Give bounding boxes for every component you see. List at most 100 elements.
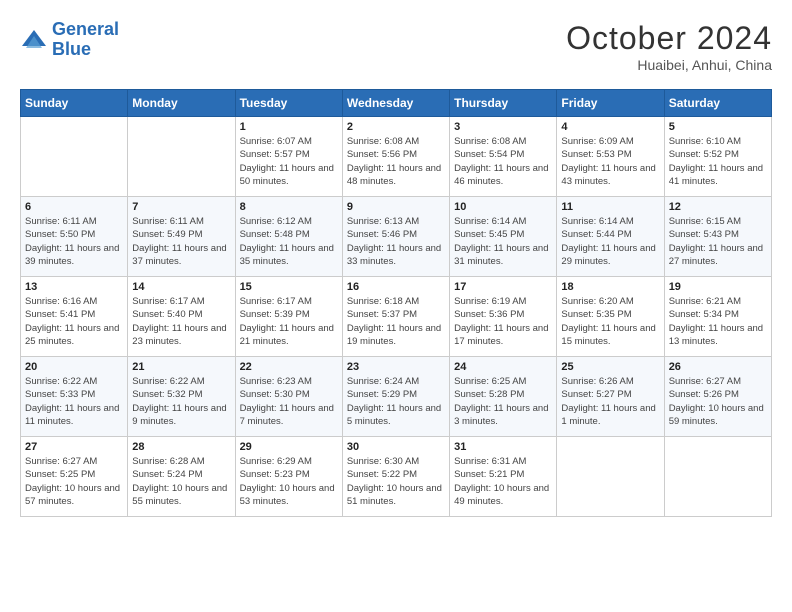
day-info: Sunrise: 6:15 AM Sunset: 5:43 PM Dayligh… [669, 215, 767, 268]
day-number: 3 [454, 121, 552, 133]
weekday-header: Wednesday [342, 90, 449, 117]
logo-line2: Blue [52, 39, 91, 59]
day-info: Sunrise: 6:08 AM Sunset: 5:54 PM Dayligh… [454, 135, 552, 188]
calendar-cell: 14 Sunrise: 6:17 AM Sunset: 5:40 PM Dayli… [128, 277, 235, 357]
day-number: 28 [132, 441, 230, 453]
day-number: 18 [561, 281, 659, 293]
day-number: 11 [561, 201, 659, 213]
day-number: 1 [240, 121, 338, 133]
calendar-cell [21, 117, 128, 197]
calendar-cell: 1 Sunrise: 6:07 AM Sunset: 5:57 PM Daylig… [235, 117, 342, 197]
calendar-cell: 29Sunrise: 6:29 AM Sunset: 5:23 PM Dayli… [235, 437, 342, 517]
day-info: Sunrise: 6:08 AM Sunset: 5:56 PM Dayligh… [347, 135, 445, 188]
day-number: 4 [561, 121, 659, 133]
logo-line1: General [52, 19, 119, 39]
calendar-cell: 26Sunrise: 6:27 AM Sunset: 5:26 PM Dayli… [664, 357, 771, 437]
day-info: Sunrise: 6:19 AM Sunset: 5:36 PM Dayligh… [454, 295, 552, 348]
day-number: 30 [347, 441, 445, 453]
day-info: Sunrise: 6:28 AM Sunset: 5:24 PM Dayligh… [132, 455, 230, 508]
calendar-cell: 10 Sunrise: 6:14 AM Sunset: 5:45 PM Dayli… [450, 197, 557, 277]
day-number: 17 [454, 281, 552, 293]
calendar-cell [557, 437, 664, 517]
calendar-cell: 8 Sunrise: 6:12 AM Sunset: 5:48 PM Daylig… [235, 197, 342, 277]
day-info: Sunrise: 6:27 AM Sunset: 5:25 PM Dayligh… [25, 455, 123, 508]
calendar-cell: 19 Sunrise: 6:21 AM Sunset: 5:34 PM Dayli… [664, 277, 771, 357]
location: Huaibei, Anhui, China [566, 57, 772, 73]
day-info: Sunrise: 6:18 AM Sunset: 5:37 PM Dayligh… [347, 295, 445, 348]
day-number: 8 [240, 201, 338, 213]
day-number: 21 [132, 361, 230, 373]
logo: General Blue [20, 20, 119, 60]
day-number: 19 [669, 281, 767, 293]
day-number: 23 [347, 361, 445, 373]
calendar-cell [664, 437, 771, 517]
calendar-cell: 12 Sunrise: 6:15 AM Sunset: 5:43 PM Dayli… [664, 197, 771, 277]
day-number: 26 [669, 361, 767, 373]
day-number: 25 [561, 361, 659, 373]
weekday-header: Tuesday [235, 90, 342, 117]
calendar-cell: 11 Sunrise: 6:14 AM Sunset: 5:44 PM Dayli… [557, 197, 664, 277]
day-info: Sunrise: 6:17 AM Sunset: 5:40 PM Dayligh… [132, 295, 230, 348]
day-number: 31 [454, 441, 552, 453]
day-info: Sunrise: 6:30 AM Sunset: 5:22 PM Dayligh… [347, 455, 445, 508]
day-info: Sunrise: 6:14 AM Sunset: 5:45 PM Dayligh… [454, 215, 552, 268]
day-number: 6 [25, 201, 123, 213]
calendar-cell: 3 Sunrise: 6:08 AM Sunset: 5:54 PM Daylig… [450, 117, 557, 197]
day-info: Sunrise: 6:07 AM Sunset: 5:57 PM Dayligh… [240, 135, 338, 188]
calendar-cell: 17 Sunrise: 6:19 AM Sunset: 5:36 PM Dayli… [450, 277, 557, 357]
calendar-cell: 18 Sunrise: 6:20 AM Sunset: 5:35 PM Dayli… [557, 277, 664, 357]
day-number: 12 [669, 201, 767, 213]
calendar-cell: 15Sunrise: 6:17 AM Sunset: 5:39 PM Dayli… [235, 277, 342, 357]
day-info: Sunrise: 6:23 AM Sunset: 5:30 PM Dayligh… [240, 375, 338, 428]
day-info: Sunrise: 6:09 AM Sunset: 5:53 PM Dayligh… [561, 135, 659, 188]
page-header: General Blue October 2024 Huaibei, Anhui… [20, 20, 772, 73]
calendar-cell: 13Sunrise: 6:16 AM Sunset: 5:41 PM Dayli… [21, 277, 128, 357]
day-info: Sunrise: 6:24 AM Sunset: 5:29 PM Dayligh… [347, 375, 445, 428]
month-title: October 2024 [566, 20, 772, 57]
day-info: Sunrise: 6:10 AM Sunset: 5:52 PM Dayligh… [669, 135, 767, 188]
day-info: Sunrise: 6:12 AM Sunset: 5:48 PM Dayligh… [240, 215, 338, 268]
calendar-cell: 27Sunrise: 6:27 AM Sunset: 5:25 PM Dayli… [21, 437, 128, 517]
day-info: Sunrise: 6:14 AM Sunset: 5:44 PM Dayligh… [561, 215, 659, 268]
calendar-cell: 31 Sunrise: 6:31 AM Sunset: 5:21 PM Dayli… [450, 437, 557, 517]
day-number: 14 [132, 281, 230, 293]
calendar-cell: 23 Sunrise: 6:24 AM Sunset: 5:29 PM Dayli… [342, 357, 449, 437]
calendar-week-row: 13Sunrise: 6:16 AM Sunset: 5:41 PM Dayli… [21, 277, 772, 357]
day-info: Sunrise: 6:31 AM Sunset: 5:21 PM Dayligh… [454, 455, 552, 508]
calendar-cell: 16 Sunrise: 6:18 AM Sunset: 5:37 PM Dayli… [342, 277, 449, 357]
calendar-week-row: 20 Sunrise: 6:22 AM Sunset: 5:33 PM Dayli… [21, 357, 772, 437]
day-number: 24 [454, 361, 552, 373]
day-info: Sunrise: 6:11 AM Sunset: 5:49 PM Dayligh… [132, 215, 230, 268]
day-info: Sunrise: 6:21 AM Sunset: 5:34 PM Dayligh… [669, 295, 767, 348]
day-number: 22 [240, 361, 338, 373]
weekday-header-row: SundayMondayTuesdayWednesdayThursdayFrid… [21, 90, 772, 117]
calendar-cell: 9Sunrise: 6:13 AM Sunset: 5:46 PM Daylig… [342, 197, 449, 277]
calendar-week-row: 1 Sunrise: 6:07 AM Sunset: 5:57 PM Daylig… [21, 117, 772, 197]
day-number: 9 [347, 201, 445, 213]
title-block: October 2024 Huaibei, Anhui, China [566, 20, 772, 73]
calendar-week-row: 27Sunrise: 6:27 AM Sunset: 5:25 PM Dayli… [21, 437, 772, 517]
logo-text: General Blue [52, 20, 119, 60]
day-info: Sunrise: 6:20 AM Sunset: 5:35 PM Dayligh… [561, 295, 659, 348]
logo-icon [20, 26, 48, 54]
day-info: Sunrise: 6:17 AM Sunset: 5:39 PM Dayligh… [240, 295, 338, 348]
calendar-week-row: 6Sunrise: 6:11 AM Sunset: 5:50 PM Daylig… [21, 197, 772, 277]
calendar-cell: 21Sunrise: 6:22 AM Sunset: 5:32 PM Dayli… [128, 357, 235, 437]
calendar-table: SundayMondayTuesdayWednesdayThursdayFrid… [20, 89, 772, 517]
day-number: 7 [132, 201, 230, 213]
day-info: Sunrise: 6:22 AM Sunset: 5:33 PM Dayligh… [25, 375, 123, 428]
day-number: 20 [25, 361, 123, 373]
day-number: 10 [454, 201, 552, 213]
calendar-cell: 20 Sunrise: 6:22 AM Sunset: 5:33 PM Dayli… [21, 357, 128, 437]
day-number: 29 [240, 441, 338, 453]
weekday-header: Monday [128, 90, 235, 117]
calendar-cell: 30 Sunrise: 6:30 AM Sunset: 5:22 PM Dayli… [342, 437, 449, 517]
calendar-cell: 22 Sunrise: 6:23 AM Sunset: 5:30 PM Dayli… [235, 357, 342, 437]
calendar-cell: 4 Sunrise: 6:09 AM Sunset: 5:53 PM Daylig… [557, 117, 664, 197]
day-number: 16 [347, 281, 445, 293]
day-number: 13 [25, 281, 123, 293]
calendar-cell: 2 Sunrise: 6:08 AM Sunset: 5:56 PM Daylig… [342, 117, 449, 197]
weekday-header: Thursday [450, 90, 557, 117]
calendar-cell: 25Sunrise: 6:26 AM Sunset: 5:27 PM Dayli… [557, 357, 664, 437]
day-number: 2 [347, 121, 445, 133]
